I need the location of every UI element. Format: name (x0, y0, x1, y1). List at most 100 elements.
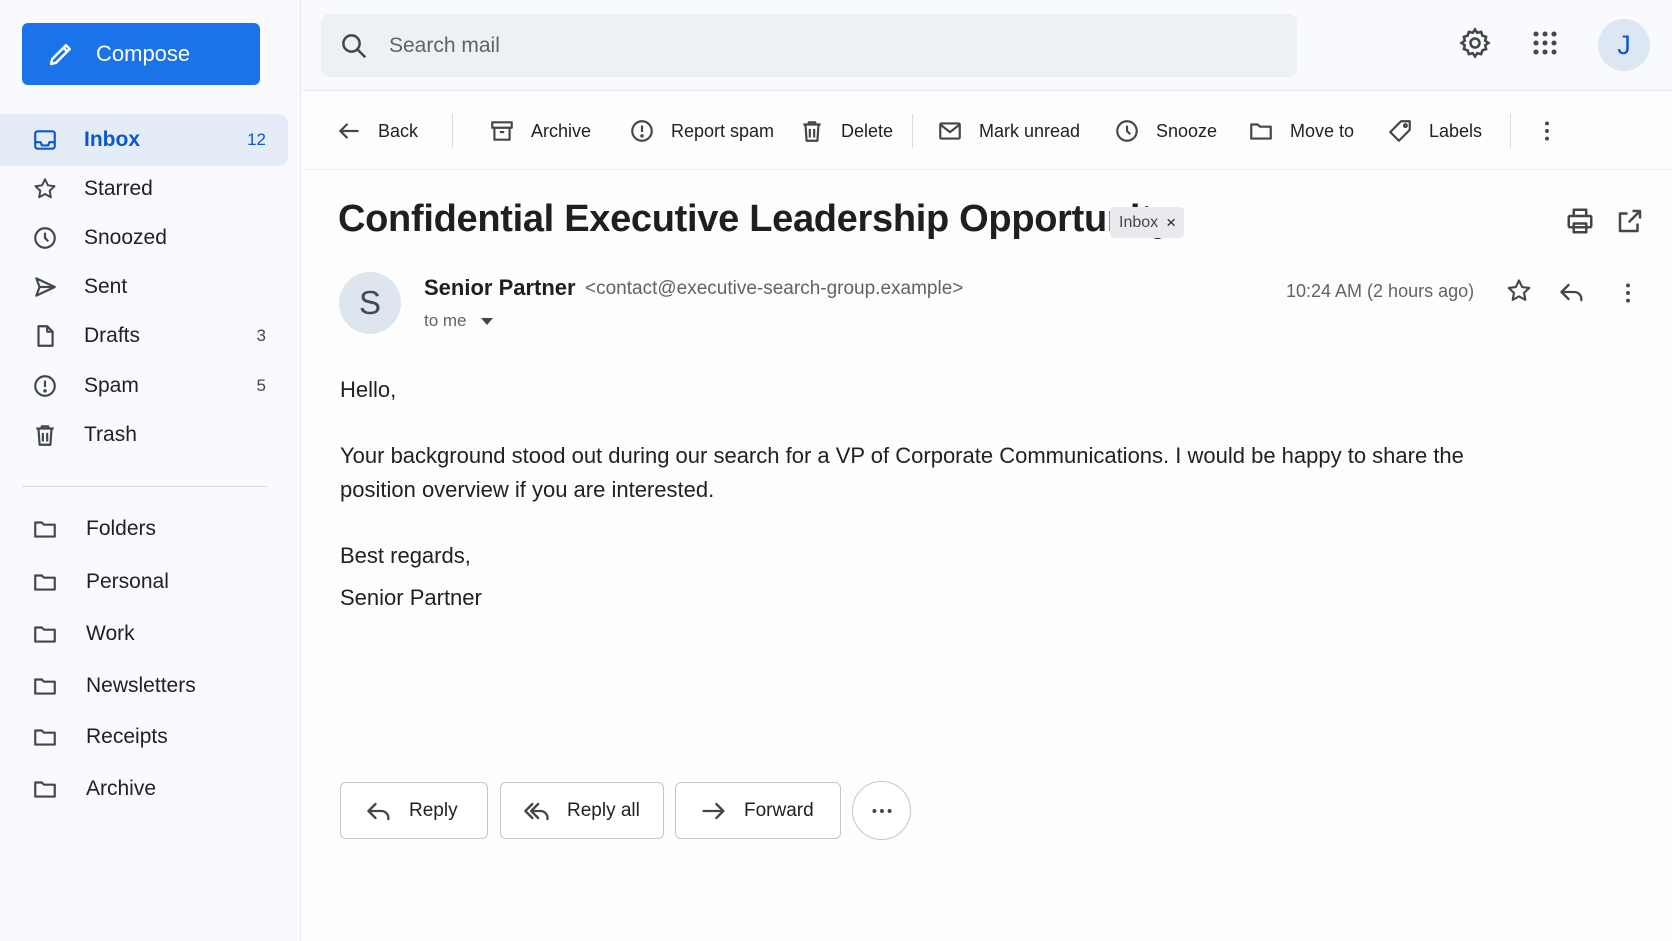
message-paragraph-line-2: position overview if you are interested. (340, 477, 715, 502)
reply-icon[interactable] (1558, 278, 1586, 306)
mark-unread-label: Mark unread (979, 120, 1081, 141)
file-icon (32, 323, 58, 349)
more-vert-icon (1534, 118, 1560, 144)
sidebar-item-label: Work (86, 622, 135, 645)
sidebar-item-drafts[interactable]: Drafts 3 (0, 310, 288, 362)
sidebar-item-label: Starred (84, 177, 153, 200)
labels-label: Labels (1429, 120, 1483, 141)
mark-unread-button[interactable]: Mark unread (937, 110, 1080, 152)
inbox-label-chip[interactable]: Inbox × (1110, 207, 1185, 238)
back-label: Back (378, 120, 419, 141)
sender-email: <contact@executive-search-group.example> (585, 278, 964, 299)
archive-button[interactable]: Archive (489, 110, 591, 152)
sidebar-item-inbox[interactable]: Inbox 12 (0, 114, 288, 166)
sidebar-item-label: Receipts (86, 725, 168, 748)
tag-icon (1387, 118, 1413, 144)
arrow-right-icon (700, 797, 728, 825)
message-toolbar: Back Archive Report spam Delete Mark unr… (302, 92, 1672, 170)
search-icon[interactable] (339, 31, 369, 61)
sidebar-item-label: Snoozed (84, 226, 167, 249)
search-input[interactable] (389, 33, 1189, 58)
reply-all-button[interactable]: Reply all (500, 782, 664, 839)
archive-label: Archive (531, 120, 592, 141)
sidebar-item-receipts[interactable]: Receipts (0, 711, 288, 763)
more-actions-button[interactable] (852, 781, 911, 840)
account-avatar[interactable]: J (1598, 19, 1650, 71)
clock-icon (32, 225, 58, 251)
toolbar-separator (912, 114, 913, 148)
settings-gear-icon[interactable] (1457, 25, 1493, 61)
open-in-new-window-icon[interactable] (1615, 206, 1645, 236)
message-signature: Senior Partner (340, 585, 482, 610)
reply-label: Reply (409, 799, 458, 821)
sidebar-item-sent[interactable]: Sent (0, 261, 288, 313)
unread-count: 12 (247, 130, 266, 149)
recipient-label: to me (424, 311, 467, 330)
folder-icon (32, 673, 58, 699)
sidebar-item-trash[interactable]: Trash (0, 409, 288, 461)
sidebar-item-label: Newsletters (86, 674, 196, 697)
trash-icon (799, 118, 825, 144)
reply-icon (365, 797, 393, 825)
sidebar-item-newsletters[interactable]: Newsletters (0, 660, 288, 712)
main-pane: J Back Archive Report spam Delete (302, 0, 1672, 941)
apps-grid-icon[interactable] (1527, 25, 1563, 61)
sidebar-item-label: Sent (84, 275, 128, 298)
drafts-count: 3 (256, 326, 266, 345)
sidebar-item-label: Archive (86, 777, 157, 800)
sidebar-folders-header[interactable]: Folders (0, 503, 288, 555)
sidebar-item-label: Personal (86, 570, 169, 593)
compose-button[interactable]: Compose (22, 23, 260, 85)
compose-label: Compose (96, 41, 191, 66)
message-timestamp: 10:24 AM (2 hours ago) (1286, 281, 1475, 301)
sidebar: Compose Inbox 12 Starred Snoozed Sent Dr… (0, 0, 301, 941)
labels-button[interactable]: Labels (1387, 110, 1482, 152)
report-spam-label: Report spam (671, 120, 775, 141)
folder-icon (32, 569, 58, 595)
recipients-dropdown[interactable]: to me (424, 311, 493, 331)
delete-button[interactable]: Delete (799, 110, 893, 152)
reply-button[interactable]: Reply (340, 782, 488, 839)
trash-icon (32, 422, 58, 448)
move-to-label: Move to (1290, 120, 1355, 141)
message-signoff: Best regards, (340, 543, 471, 568)
arrow-left-icon (336, 118, 362, 144)
sidebar-item-archive[interactable]: Archive (0, 763, 288, 815)
alert-icon (32, 373, 58, 399)
sidebar-item-spam[interactable]: Spam 5 (0, 360, 288, 412)
delete-label: Delete (841, 120, 894, 141)
folder-icon (32, 516, 58, 542)
sidebar-item-label: Inbox (84, 128, 140, 151)
sidebar-item-label: Trash (84, 423, 137, 446)
sidebar-item-label: Spam (84, 374, 139, 397)
top-bar: J (302, 0, 1672, 91)
message-more-vert-icon[interactable] (1615, 280, 1641, 306)
folder-icon (32, 621, 58, 647)
snooze-button[interactable]: Snooze (1114, 110, 1217, 152)
sender-avatar: S (339, 272, 401, 334)
move-to-button[interactable]: Move to (1248, 110, 1354, 152)
sidebar-item-snoozed[interactable]: Snoozed (0, 212, 288, 264)
sender-name: Senior Partner (424, 275, 576, 300)
sidebar-divider (22, 486, 268, 487)
caret-down-icon (480, 317, 493, 325)
remove-label-icon[interactable]: × (1166, 213, 1176, 233)
clock-icon (1114, 118, 1140, 144)
report-spam-button[interactable]: Report spam (629, 110, 774, 152)
print-icon[interactable] (1565, 206, 1595, 236)
forward-button[interactable]: Forward (675, 782, 841, 839)
sidebar-item-personal[interactable]: Personal (0, 556, 288, 608)
search-bar[interactable] (321, 14, 1297, 77)
star-icon[interactable] (1505, 277, 1533, 305)
back-button[interactable]: Back (336, 110, 418, 152)
sidebar-item-work[interactable]: Work (0, 608, 288, 660)
message-subject: Confidential Executive Leadership Opport… (338, 198, 1174, 240)
folder-icon (32, 776, 58, 802)
sidebar-item-label: Drafts (84, 324, 141, 347)
pencil-icon (46, 39, 76, 69)
sidebar-item-starred[interactable]: Starred (0, 163, 288, 215)
more-horiz-icon (869, 798, 895, 824)
report-alert-icon (629, 118, 655, 144)
more-options-button[interactable] (1534, 110, 1560, 152)
send-icon (32, 274, 58, 300)
